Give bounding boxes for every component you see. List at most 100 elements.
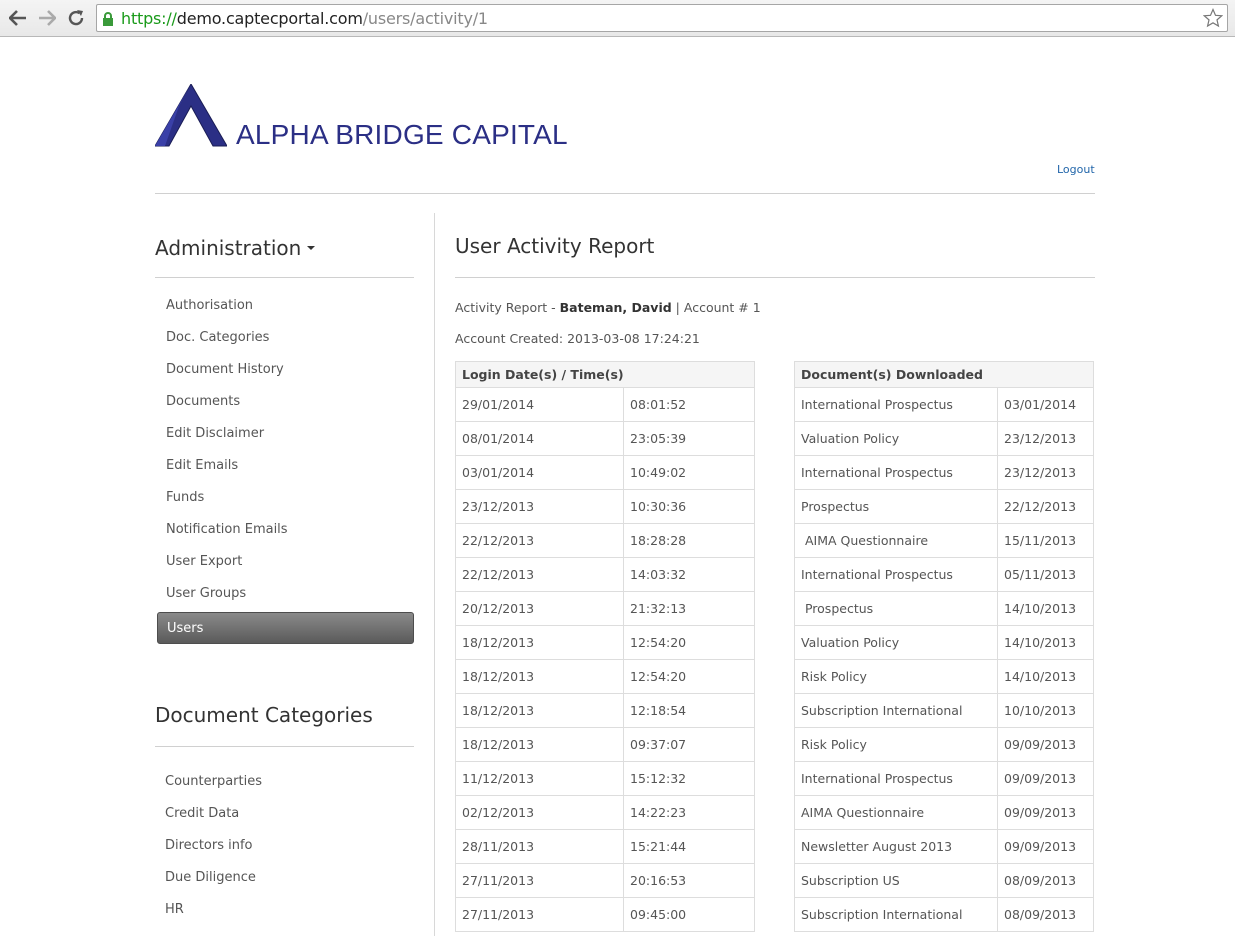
categories-divider	[155, 746, 414, 747]
document-name: Prospectus	[794, 591, 998, 626]
sidebar-item-funds[interactable]: Funds	[157, 482, 414, 514]
download-date: 23/12/2013	[997, 455, 1094, 490]
login-row: 20/12/2013 21:32:13	[455, 591, 755, 626]
login-row: 18/12/2013 12:18:54	[455, 693, 755, 728]
sidebar-item-notification-emails[interactable]: Notification Emails	[157, 514, 414, 546]
sidebar-item-edit-disclaimer[interactable]: Edit Disclaimer	[157, 418, 414, 450]
document-name: Risk Policy	[794, 659, 998, 694]
login-date: 02/12/2013	[455, 795, 624, 830]
download-row: Risk Policy 09/09/2013	[794, 727, 1094, 762]
company-logo[interactable]: ALPHA BRIDGE CAPITAL	[155, 84, 605, 154]
login-time: 20:16:53	[623, 863, 755, 898]
download-date: 23/12/2013	[997, 421, 1094, 456]
download-row: Risk Policy 14/10/2013	[794, 659, 1094, 694]
document-categories-title: Document Categories	[155, 703, 373, 727]
login-table-header: Login Date(s) / Time(s)	[455, 361, 755, 388]
login-row: 22/12/2013 18:28:28	[455, 523, 755, 558]
download-date: 08/09/2013	[997, 897, 1094, 932]
login-date: 18/12/2013	[455, 659, 624, 694]
sidebar-item-users[interactable]: Users	[157, 612, 414, 644]
download-date: 09/09/2013	[997, 829, 1094, 864]
login-time: 10:30:36	[623, 489, 755, 524]
login-date: 03/01/2014	[455, 455, 624, 490]
address-bar[interactable]: https://demo.captecportal.com/users/acti…	[96, 4, 1228, 32]
login-time: 12:18:54	[623, 693, 755, 728]
sidebar-item-user-export[interactable]: User Export	[157, 546, 414, 578]
download-date: 08/09/2013	[997, 863, 1094, 898]
sidebar-item-user-groups[interactable]: User Groups	[157, 578, 414, 610]
sidebar-divider	[434, 213, 435, 936]
download-row: International Prospectus 09/09/2013	[794, 761, 1094, 796]
category-item-directors-info[interactable]: Directors info	[156, 830, 413, 862]
download-row: Prospectus 22/12/2013	[794, 489, 1094, 524]
login-row: 02/12/2013 14:22:23	[455, 795, 755, 830]
login-row: 08/01/2014 23:05:39	[455, 421, 755, 456]
login-row: 29/01/2014 08:01:52	[455, 387, 755, 422]
download-row: Subscription US 08/09/2013	[794, 863, 1094, 898]
download-date: 22/12/2013	[997, 489, 1094, 524]
login-row: 28/11/2013 15:21:44	[455, 829, 755, 864]
document-name: Newsletter August 2013	[794, 829, 998, 864]
login-date: 11/12/2013	[455, 761, 624, 796]
download-row: AIMA Questionnaire 15/11/2013	[794, 523, 1094, 558]
bookmark-star-icon[interactable]	[1202, 7, 1224, 28]
header-divider	[155, 193, 1095, 194]
forward-icon[interactable]	[35, 6, 59, 30]
document-name: AIMA Questionnaire	[794, 523, 998, 558]
login-row: 11/12/2013 15:12:32	[455, 761, 755, 796]
sidebar-item-doc-categories[interactable]: Doc. Categories	[157, 322, 414, 354]
download-row: Valuation Policy 14/10/2013	[794, 625, 1094, 660]
category-item-credit-data[interactable]: Credit Data	[156, 798, 413, 830]
download-date: 14/10/2013	[997, 659, 1094, 694]
login-row: 23/12/2013 10:30:36	[455, 489, 755, 524]
login-date: 29/01/2014	[455, 387, 624, 422]
login-date: 18/12/2013	[455, 693, 624, 728]
login-time: 09:37:07	[623, 727, 755, 762]
document-name: Subscription US	[794, 863, 998, 898]
login-date: 22/12/2013	[455, 557, 624, 592]
document-name: Subscription International	[794, 693, 998, 728]
download-date: 09/09/2013	[997, 795, 1094, 830]
login-date: 08/01/2014	[455, 421, 624, 456]
category-item-due-diligence[interactable]: Due Diligence	[156, 862, 413, 894]
download-row: Prospectus 14/10/2013	[794, 591, 1094, 626]
sidebar-item-edit-emails[interactable]: Edit Emails	[157, 450, 414, 482]
login-time: 14:03:32	[623, 557, 755, 592]
login-time: 14:22:23	[623, 795, 755, 830]
document-name: International Prospectus	[794, 387, 998, 422]
downloads-table-header: Document(s) Downloaded	[794, 361, 1094, 388]
report-summary: Activity Report - Bateman, David | Accou…	[455, 300, 761, 315]
logout-link[interactable]: Logout	[1057, 163, 1095, 176]
user-name: Bateman, David	[559, 300, 672, 315]
login-time: 12:54:20	[623, 625, 755, 660]
login-time: 12:54:20	[623, 659, 755, 694]
logo-text: ALPHA BRIDGE CAPITAL	[236, 119, 568, 150]
login-row: 27/11/2013 09:45:00	[455, 897, 755, 932]
account-created: Account Created: 2013-03-08 17:24:21	[455, 331, 700, 346]
logo-mark-icon	[155, 84, 227, 147]
sidebar-item-documents[interactable]: Documents	[157, 386, 414, 418]
login-time: 18:28:28	[623, 523, 755, 558]
document-name: AIMA Questionnaire	[794, 795, 998, 830]
login-row: 27/11/2013 20:16:53	[455, 863, 755, 898]
back-icon[interactable]	[6, 6, 30, 30]
login-row: 22/12/2013 14:03:32	[455, 557, 755, 592]
document-name: Risk Policy	[794, 727, 998, 762]
login-time: 08:01:52	[623, 387, 755, 422]
download-date: 10/10/2013	[997, 693, 1094, 728]
download-row: Valuation Policy 23/12/2013	[794, 421, 1094, 456]
sidebar-item-document-history[interactable]: Document History	[157, 354, 414, 386]
category-item-hr[interactable]: HR	[156, 894, 413, 926]
login-row: 18/12/2013 12:54:20	[455, 659, 755, 694]
login-date: 20/12/2013	[455, 591, 624, 626]
sidebar-item-authorisation[interactable]: Authorisation	[157, 290, 414, 322]
login-date: 27/11/2013	[455, 897, 624, 932]
title-divider	[455, 277, 1095, 278]
document-name: Subscription International	[794, 897, 998, 932]
lock-icon	[101, 11, 115, 27]
document-name: International Prospectus	[794, 455, 998, 490]
reload-icon[interactable]	[64, 6, 88, 30]
administration-menu-toggle[interactable]: Administration	[155, 236, 316, 260]
download-date: 14/10/2013	[997, 591, 1094, 626]
category-item-counterparties[interactable]: Counterparties	[156, 766, 413, 798]
